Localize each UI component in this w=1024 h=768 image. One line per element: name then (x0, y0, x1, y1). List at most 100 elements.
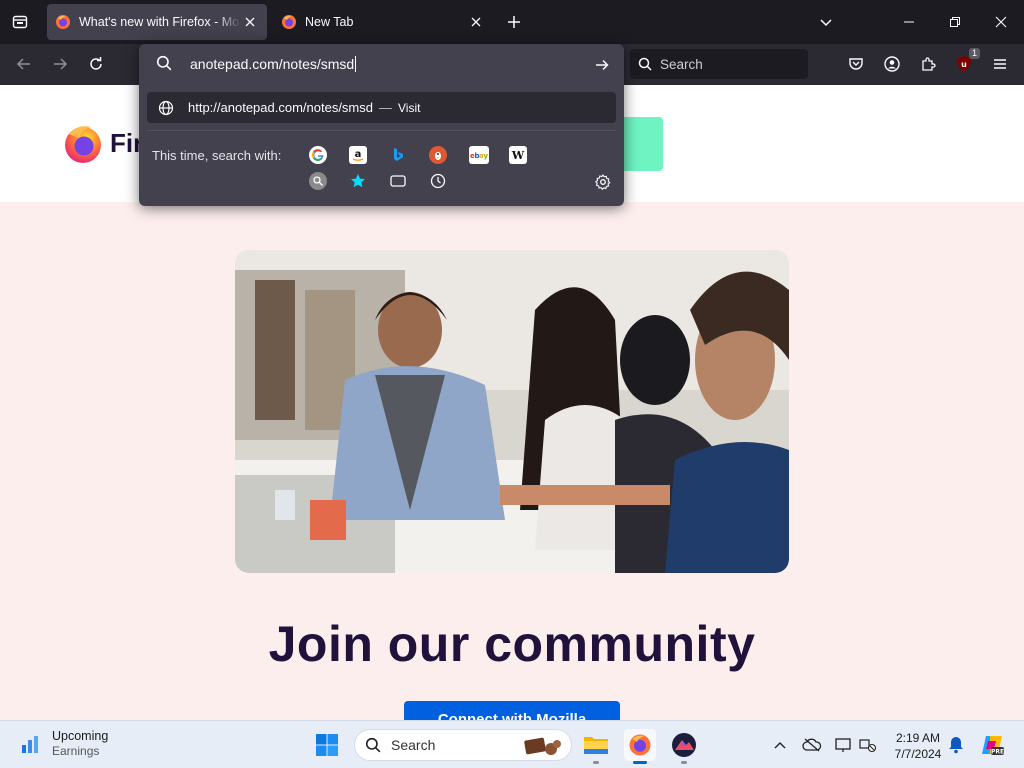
tab-title: What's new with Firefox - More (79, 15, 241, 29)
tab-strip: What's new with Firefox - More New Tab (0, 0, 1024, 44)
tab-new-tab[interactable]: New Tab (273, 4, 493, 40)
svg-text:PRE: PRE (991, 749, 1004, 756)
tab-close-button[interactable] (467, 13, 485, 31)
close-icon (995, 16, 1007, 28)
tabs-mode-button[interactable] (389, 172, 407, 190)
chevron-down-icon (820, 19, 832, 27)
search-bar-placeholder: Search (660, 56, 703, 72)
taskbar-search-label: Search (391, 737, 436, 753)
hamburger-menu-icon (994, 59, 1006, 69)
display-tray-icon[interactable] (834, 735, 854, 755)
taskbar-app[interactable] (668, 729, 700, 764)
community-photo (235, 250, 789, 573)
search-icon (156, 55, 172, 71)
duckduckgo-icon (435, 152, 441, 160)
urlbar-value: anotepad.com/notes/smsd (190, 56, 357, 72)
bing-engine-button[interactable] (389, 146, 407, 164)
list-all-tabs-button[interactable] (814, 10, 838, 34)
widget-title: Upcoming (52, 729, 109, 743)
svg-text:W: W (511, 149, 525, 162)
close-icon (245, 17, 255, 27)
ebay-icon: e b a y (470, 152, 489, 160)
extension-badge-count: 1 (968, 48, 980, 59)
firefox-view-button[interactable] (6, 8, 34, 36)
firefox-favicon-icon (56, 15, 70, 29)
urlbar-input[interactable]: anotepad.com/notes/smsd (139, 44, 624, 85)
google-icon (311, 149, 324, 161)
firefox-logo-icon (65, 126, 101, 163)
wikipedia-icon: W (511, 149, 525, 162)
search-with-label: This time, search with: (152, 148, 282, 163)
account-button[interactable] (879, 51, 905, 77)
notifications-button[interactable] (946, 735, 966, 755)
bing-icon (394, 148, 403, 161)
bookmarks-mode-button[interactable] (349, 172, 367, 190)
running-indicator (593, 761, 599, 764)
search-engine-mode-button[interactable] (309, 172, 327, 190)
urlbar-popup: anotepad.com/notes/smsd http://anotepad.… (139, 44, 624, 206)
clock-icon (430, 173, 446, 189)
urlbar-go-button[interactable] (590, 53, 614, 77)
app-menu-button[interactable] (987, 51, 1013, 77)
windows-start-icon[interactable] (315, 733, 339, 757)
search-settings-button[interactable] (593, 172, 613, 192)
taskbar-search-box[interactable]: Search (354, 729, 572, 761)
taskbar-firefox[interactable] (624, 729, 656, 764)
taskbar-clock[interactable]: 2:19 AM 7/7/2024 (888, 730, 948, 762)
star-icon (351, 174, 365, 188)
new-tab-button[interactable] (502, 10, 526, 34)
show-hidden-icons-button[interactable] (770, 735, 790, 755)
widget-subtitle: Earnings (52, 744, 100, 758)
suggestion-separator: — (379, 100, 392, 115)
duckduckgo-engine-button[interactable] (429, 146, 447, 164)
connect-with-mozilla-button[interactable]: Connect with Mozilla (404, 701, 620, 720)
amazon-icon: a (352, 149, 364, 161)
firefox-icon (629, 734, 651, 756)
forward-button[interactable] (46, 50, 74, 78)
chocolate-promo-icon (524, 737, 561, 755)
copilot-button[interactable]: PRE (980, 733, 1004, 757)
cloud-offline-icon (802, 738, 822, 752)
search-icon (365, 737, 381, 753)
tab-close-button[interactable] (241, 13, 259, 31)
search-icon (638, 57, 652, 71)
restore-icon (950, 17, 960, 27)
onedrive-tray-icon[interactable] (802, 735, 822, 755)
taskbar-file-explorer[interactable] (580, 729, 612, 764)
puzzle-icon (922, 57, 936, 71)
close-window-button[interactable] (978, 0, 1024, 44)
svg-text:a: a (355, 149, 362, 160)
tab-icon (390, 175, 406, 187)
gear-icon (595, 174, 611, 190)
urlbar-suggestion-visit[interactable]: http://anotepad.com/notes/smsd — Visit (147, 92, 616, 123)
minimize-icon (904, 21, 914, 23)
folder-icon (584, 737, 608, 754)
suggestion-url: http://anotepad.com/notes/smsd (188, 100, 373, 115)
back-button[interactable] (10, 50, 38, 78)
history-mode-button[interactable] (429, 172, 447, 190)
pocket-button[interactable] (843, 51, 869, 77)
network-disconnected-icon (859, 739, 877, 753)
minimize-button[interactable] (886, 0, 932, 44)
firefox-favicon-icon (282, 15, 296, 29)
app-mountain-icon (672, 733, 696, 757)
clock-date: 7/7/2024 (894, 747, 942, 761)
close-icon (471, 17, 481, 27)
plus-icon (508, 16, 520, 28)
account-icon (884, 56, 900, 72)
amazon-engine-button[interactable]: a (349, 146, 367, 164)
globe-icon (158, 100, 174, 115)
chevron-up-icon (774, 742, 786, 749)
ublock-origin-button[interactable]: u 1 (951, 48, 980, 77)
ebay-engine-button[interactable]: e b a y (469, 146, 489, 164)
wikipedia-engine-button[interactable]: W (509, 146, 527, 164)
restore-button[interactable] (932, 0, 978, 44)
google-engine-button[interactable] (309, 146, 327, 164)
arrow-left-icon (16, 58, 30, 70)
tab-whats-new[interactable]: What's new with Firefox - More (47, 4, 267, 40)
network-tray-icon[interactable] (858, 735, 878, 755)
extensions-button[interactable] (915, 51, 941, 77)
widgets-button[interactable]: Upcoming Earnings (20, 729, 108, 759)
reload-button[interactable] (82, 50, 110, 78)
search-bar[interactable]: Search (630, 49, 808, 79)
